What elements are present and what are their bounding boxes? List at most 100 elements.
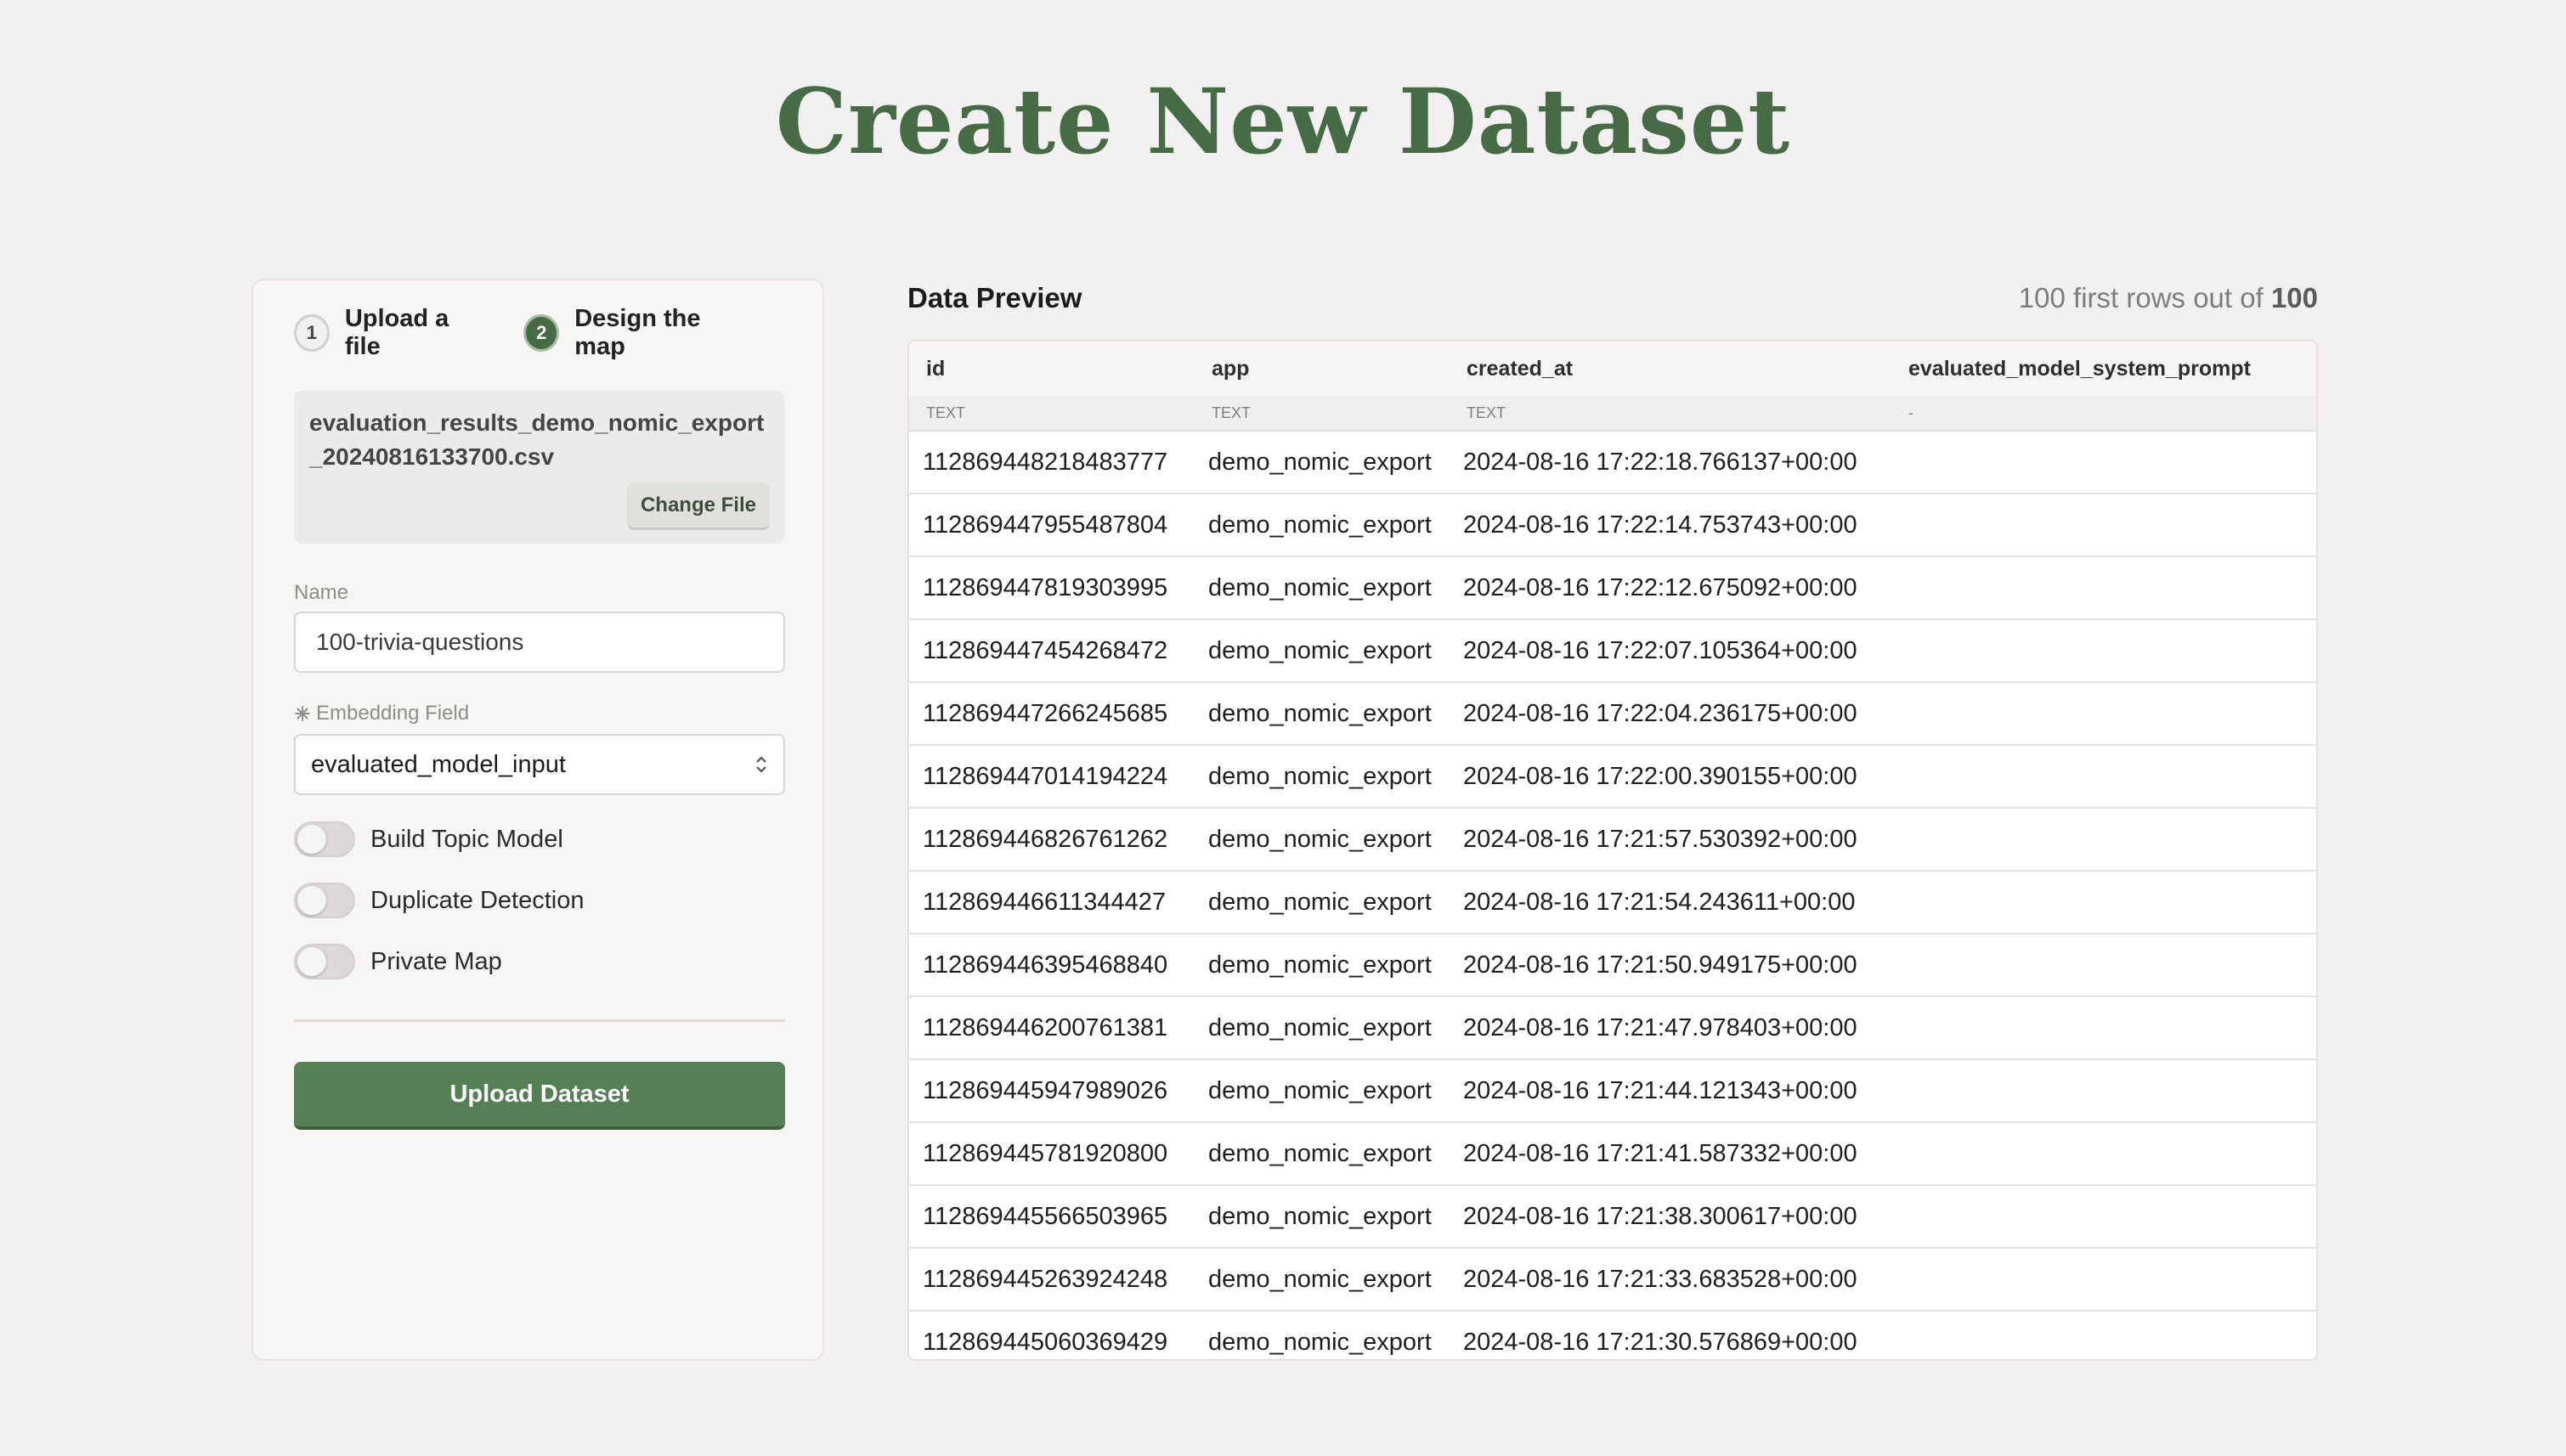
toggle-build-topic-model[interactable]: Build Topic Model (294, 821, 563, 858)
step-upload-file[interactable]: 1 Upload a file (294, 305, 483, 361)
cell-app: demo_nomic_export (1195, 745, 1450, 809)
cell-id: 112869448218483777 (909, 431, 1195, 494)
selected-file-box: evaluation_results_demo_nomic_export_202… (294, 391, 785, 544)
toggle-switch[interactable] (294, 883, 355, 918)
column-header: app (1195, 341, 1450, 396)
cell-app: demo_nomic_export (1195, 1059, 1450, 1123)
table-row: 112869447819303995 demo_nomic_export 2024-… (909, 556, 2316, 620)
upload-dataset-button[interactable]: Upload Dataset (294, 1062, 785, 1130)
cell-app: demo_nomic_export (1195, 682, 1450, 746)
table-row: 112869445566503965 demo_nomic_export 2024-… (909, 1185, 2316, 1249)
step-design-map[interactable]: 2 Design the map (523, 305, 748, 361)
rows-count-text: 100 first rows out of (2018, 282, 2271, 313)
cell-system-prompt (1891, 1311, 2316, 1359)
cell-id: 112869445781920800 (909, 1122, 1195, 1186)
chevron-up-down-icon (755, 753, 768, 776)
table-row: 112869447955487804 demo_nomic_export 2024-… (909, 494, 2316, 557)
step-label: Design the map (574, 305, 701, 360)
cell-app: demo_nomic_export (1195, 871, 1450, 934)
stepper: 1 Upload a file 2 Design the map (294, 305, 788, 360)
cell-id: 112869446611344427 (909, 871, 1195, 934)
table-row: 112869445060369429 demo_nomic_export 2024-… (909, 1311, 2316, 1359)
toggle-label: Private Map (370, 947, 502, 975)
rows-count-total: 100 (2270, 282, 2318, 313)
cell-app: demo_nomic_export (1195, 556, 1450, 620)
cell-id: 112869447819303995 (909, 556, 1195, 620)
cell-created-at: 2024-08-16 17:21:54.243611+00:00 (1450, 871, 1891, 934)
file-name: evaluation_results_demo_nomic_export_202… (309, 409, 765, 470)
cell-id: 112869445566503965 (909, 1185, 1195, 1249)
cell-created-at: 2024-08-16 17:22:14.753743+00:00 (1450, 494, 1891, 557)
cell-created-at: 2024-08-16 17:21:47.978403+00:00 (1450, 996, 1891, 1060)
cell-created-at: 2024-08-16 17:21:33.683528+00:00 (1450, 1248, 1891, 1312)
embedding-field-select[interactable]: evaluated_model_input (294, 734, 785, 795)
toggle-private-map[interactable]: Private Map (294, 943, 502, 980)
column-header: created_at (1450, 341, 1891, 396)
table-row: 112869446200761381 demo_nomic_export 2024-… (909, 996, 2316, 1060)
toggle-switch[interactable] (294, 944, 355, 979)
rows-count: 100 first rows out of 100 (2019, 282, 2318, 314)
cell-system-prompt (1891, 494, 2316, 557)
change-file-button[interactable]: Change File (626, 483, 770, 530)
cell-system-prompt (1891, 682, 2316, 746)
column-type: TEXT (1195, 396, 1450, 432)
column-type: - (1891, 396, 2316, 432)
toggle-label: Duplicate Detection (370, 886, 585, 914)
table-header-row: id app created_at evaluated_model_system… (909, 341, 2316, 396)
cell-id: 112869445947989026 (909, 1059, 1195, 1123)
toggle-duplicate-detection[interactable]: Duplicate Detection (294, 882, 584, 919)
cell-id: 112869447955487804 (909, 494, 1195, 557)
step-label: Upload a file (344, 305, 449, 360)
cell-app: demo_nomic_export (1195, 808, 1450, 872)
cell-created-at: 2024-08-16 17:21:50.949175+00:00 (1450, 934, 1891, 997)
cell-created-at: 2024-08-16 17:21:44.121343+00:00 (1450, 1059, 1891, 1123)
name-input[interactable] (294, 612, 785, 673)
cell-created-at: 2024-08-16 17:21:41.587332+00:00 (1450, 1122, 1891, 1186)
column-type-row: TEXT TEXT TEXT - (909, 396, 2316, 432)
cell-id: 112869447454268472 (909, 619, 1195, 683)
cell-created-at: 2024-08-16 17:22:04.236175+00:00 (1450, 682, 1891, 746)
cell-system-prompt (1891, 1248, 2316, 1312)
data-preview-title: Data Preview (907, 282, 1082, 313)
table-row: 112869446395468840 demo_nomic_export 2024-… (909, 934, 2316, 997)
cell-id: 112869446395468840 (909, 934, 1195, 997)
embedding-field-label: Embedding Field (316, 702, 470, 725)
table-row: 112869445263924248 demo_nomic_export 2024-… (909, 1248, 2316, 1312)
cell-created-at: 2024-08-16 17:22:12.675092+00:00 (1450, 556, 1891, 620)
column-type: TEXT (909, 396, 1195, 432)
table-row: 112869447014194224 demo_nomic_export 2024-… (909, 745, 2316, 809)
cell-app: demo_nomic_export (1195, 996, 1450, 1060)
cell-app: demo_nomic_export (1195, 619, 1450, 683)
cell-app: demo_nomic_export (1195, 1122, 1450, 1186)
cell-app: demo_nomic_export (1195, 1248, 1450, 1312)
table-row: 112869447454268472 demo_nomic_export 2024-… (909, 619, 2316, 683)
toggle-switch[interactable] (294, 821, 355, 857)
column-header: evaluated_model_system_prompt (1891, 341, 2316, 396)
cell-id: 112869445060369429 (909, 1311, 1195, 1359)
cell-id: 112869447014194224 (909, 745, 1195, 809)
data-preview-table[interactable]: id app created_at evaluated_model_system… (907, 340, 2318, 1361)
cell-app: demo_nomic_export (1195, 494, 1450, 557)
cell-system-prompt (1891, 934, 2316, 997)
page-title: Create New Dataset (775, 68, 1791, 174)
cell-created-at: 2024-08-16 17:22:07.105364+00:00 (1450, 619, 1891, 683)
cell-system-prompt (1891, 871, 2316, 934)
step-number: 2 (523, 314, 560, 352)
table-row: 112869445947989026 demo_nomic_export 2024-… (909, 1059, 2316, 1123)
table-row: 112869446611344427 demo_nomic_export 2024-… (909, 871, 2316, 934)
cell-id: 112869447266245685 (909, 682, 1195, 746)
cell-app: demo_nomic_export (1195, 1185, 1450, 1249)
cell-created-at: 2024-08-16 17:21:38.300617+00:00 (1450, 1185, 1891, 1249)
toggle-label: Build Topic Model (370, 825, 563, 853)
name-label: Name (294, 581, 349, 604)
cell-id: 112869446826761262 (909, 808, 1195, 872)
cell-created-at: 2024-08-16 17:22:18.766137+00:00 (1450, 431, 1891, 494)
cell-system-prompt (1891, 556, 2316, 620)
cell-id: 112869446200761381 (909, 996, 1195, 1060)
cell-system-prompt (1891, 1122, 2316, 1186)
cell-app: demo_nomic_export (1195, 1311, 1450, 1359)
step-number: 1 (294, 314, 330, 352)
embedding-field-value: evaluated_model_input (311, 750, 566, 778)
column-header: id (909, 341, 1195, 396)
table-row: 112869447266245685 demo_nomic_export 2024-… (909, 682, 2316, 746)
